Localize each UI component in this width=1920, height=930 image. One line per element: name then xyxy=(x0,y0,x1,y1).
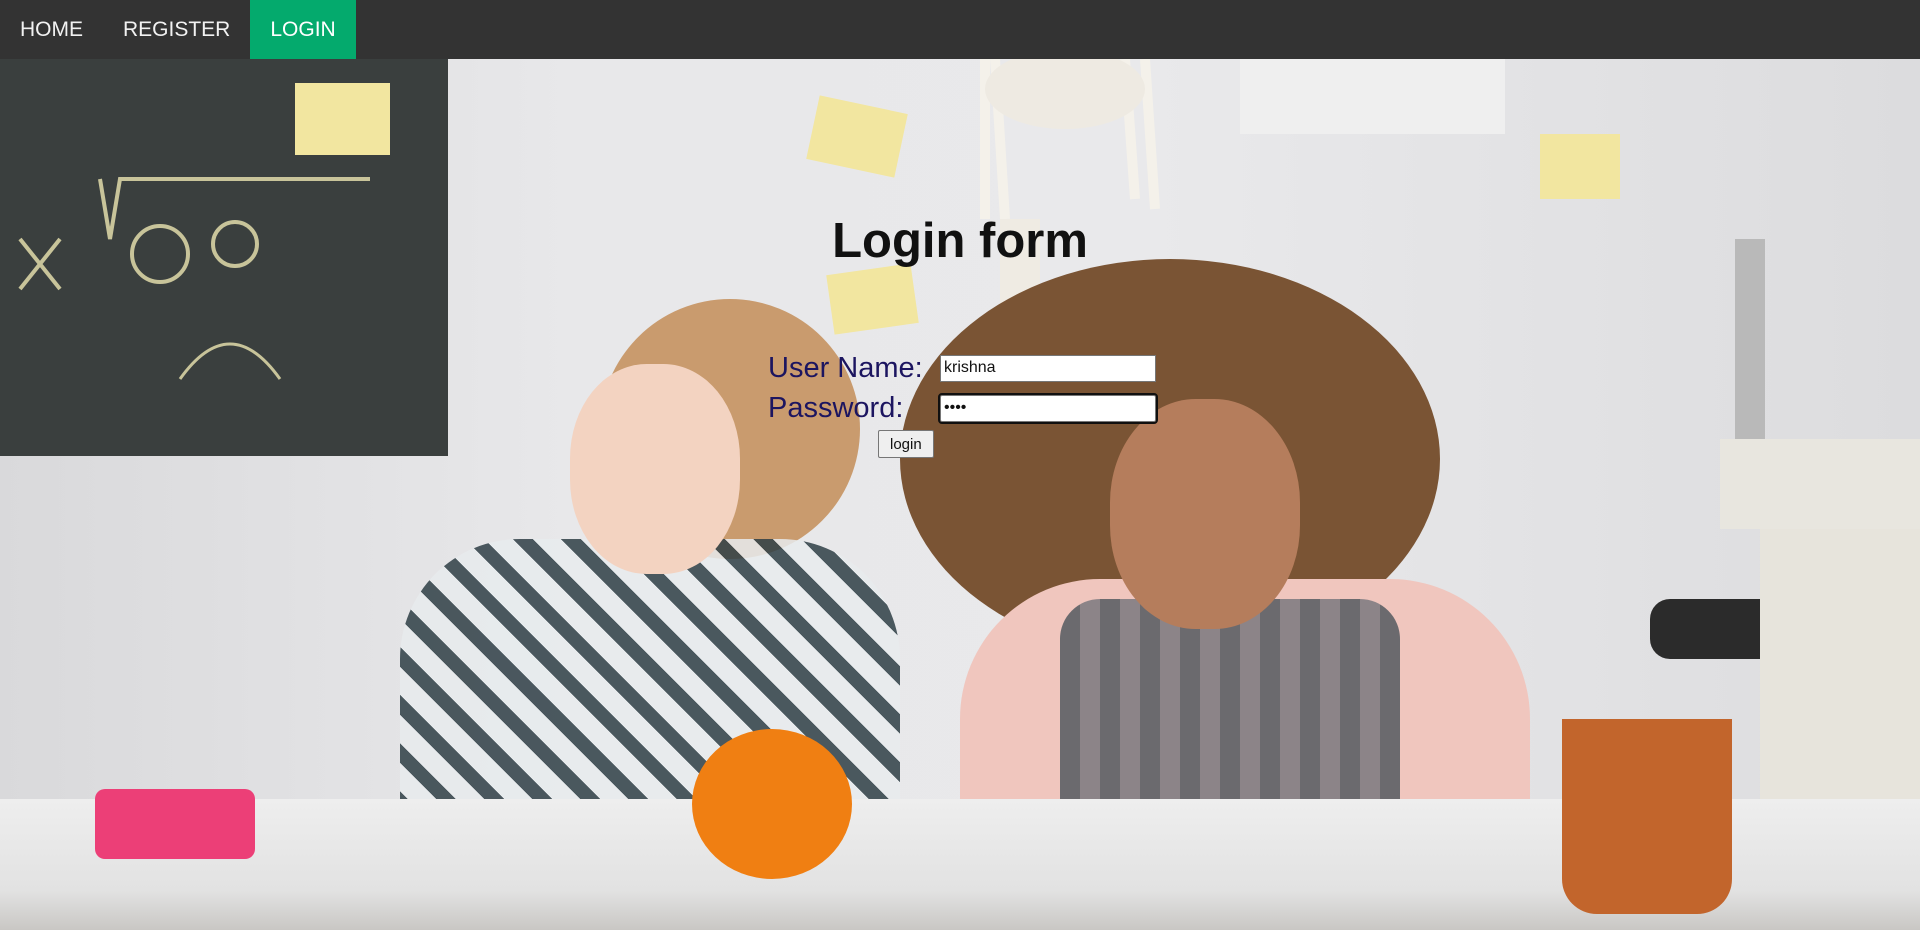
plant-pot xyxy=(1562,719,1732,914)
username-row: User Name: xyxy=(768,348,1156,388)
girl-right-face xyxy=(1110,399,1300,629)
sticky-note xyxy=(826,263,919,335)
sticky-note xyxy=(295,83,390,155)
page-title: Login form xyxy=(832,214,1088,268)
girl-left-face xyxy=(570,364,740,574)
poster xyxy=(1240,59,1505,134)
username-field[interactable] xyxy=(940,354,1156,382)
login-form: User Name: Password: login xyxy=(768,348,1158,458)
nav-home[interactable]: HOME xyxy=(0,0,103,59)
username-label: User Name: xyxy=(768,351,923,384)
orange-flask xyxy=(692,729,852,879)
password-label: Password: xyxy=(768,391,904,424)
background-photo xyxy=(0,59,1920,930)
login-button[interactable]: login xyxy=(878,430,934,458)
password-row: Password: xyxy=(768,388,1158,428)
nav-login[interactable]: LOGIN xyxy=(250,0,356,59)
nav-register[interactable]: REGISTER xyxy=(103,0,250,59)
sticky-note xyxy=(1540,134,1620,199)
top-nav: HOME REGISTER LOGIN xyxy=(0,0,1920,59)
password-field[interactable] xyxy=(938,392,1158,424)
pink-flask xyxy=(95,789,255,859)
